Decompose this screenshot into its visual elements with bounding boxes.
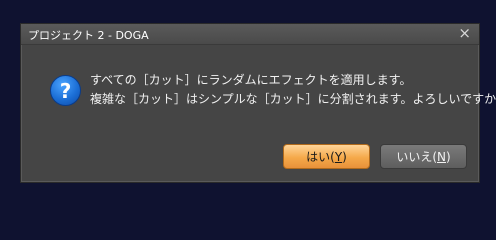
title-bar[interactable]: プロジェクト 2 - DOGA × [21, 24, 479, 45]
question-mark: ? [59, 78, 72, 103]
window-title: プロジェクト 2 - DOGA [28, 29, 149, 42]
yes-button-suffix: ) [342, 149, 347, 164]
confirm-dialog: プロジェクト 2 - DOGA × ? すべての［カット］にランダムにエフェクト… [20, 23, 496, 183]
question-icon: ? [50, 75, 81, 106]
message-line-1: すべての［カット］にランダムにエフェクトを適用します。 [90, 73, 412, 87]
yes-button[interactable]: はい(Y) [283, 144, 370, 169]
yes-button-label: はい( [306, 150, 335, 164]
yes-button-mnemonic: Y [334, 149, 343, 164]
no-button[interactable]: いいえ(N) [380, 144, 467, 169]
no-button-suffix: ) [445, 149, 451, 164]
no-button-mnemonic: N [437, 149, 446, 164]
no-button-label: いいえ( [396, 150, 437, 164]
close-icon[interactable]: × [458, 25, 471, 42]
message-line-2: 複雑な［カット］はシンプルな［カット］に分割されます。よろしいですか？ [90, 92, 496, 106]
